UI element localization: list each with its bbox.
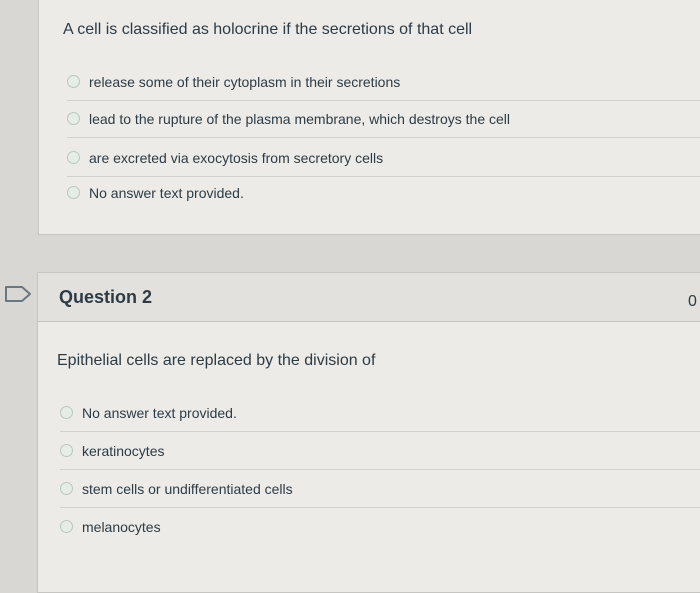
answer-label: melanocytes [82, 518, 161, 535]
answer-option[interactable]: keratinocytes [60, 432, 700, 470]
radio-icon[interactable] [60, 444, 73, 457]
answer-label: are excreted via exocytosis from secreto… [89, 149, 384, 166]
flag-icon[interactable] [4, 285, 32, 308]
question-1-prompt: A cell is classified as holocrine if the… [63, 21, 473, 38]
question-2-title: Question 2 [59, 287, 153, 307]
question-points: 0 [688, 293, 697, 310]
radio-icon[interactable] [67, 151, 80, 164]
answer-option[interactable]: lead to the rupture of the plasma membra… [67, 100, 700, 138]
radio-icon[interactable] [67, 186, 80, 199]
question-1-panel: A cell is classified as holocrine if the… [38, 0, 700, 235]
radio-icon[interactable] [67, 112, 80, 125]
radio-icon[interactable] [60, 520, 73, 533]
question-2-header: Question 2 0 [37, 272, 700, 322]
answer-label: No answer text provided. [89, 184, 244, 201]
radio-icon[interactable] [60, 406, 73, 419]
answer-option[interactable]: melanocytes [60, 508, 700, 545]
answer-label: lead to the rupture of the plasma membra… [89, 110, 510, 127]
answer-option[interactable]: No answer text provided. [67, 174, 700, 211]
question-2-prompt: Epithelial cells are replaced by the div… [57, 352, 376, 369]
answer-label: No answer text provided. [82, 404, 237, 421]
answer-label: stem cells or undifferentiated cells [82, 480, 293, 497]
radio-icon[interactable] [67, 75, 80, 88]
radio-icon[interactable] [60, 482, 73, 495]
answer-option[interactable]: release some of their cytoplasm in their… [67, 63, 700, 101]
answer-label: release some of their cytoplasm in their… [89, 73, 401, 90]
answer-option[interactable]: stem cells or undifferentiated cells [60, 470, 700, 508]
answer-label: keratinocytes [82, 442, 165, 459]
answer-option[interactable]: No answer text provided. [60, 394, 700, 432]
question-2-panel: Epithelial cells are replaced by the div… [37, 321, 700, 593]
answer-option[interactable]: are excreted via exocytosis from secreto… [67, 139, 700, 177]
